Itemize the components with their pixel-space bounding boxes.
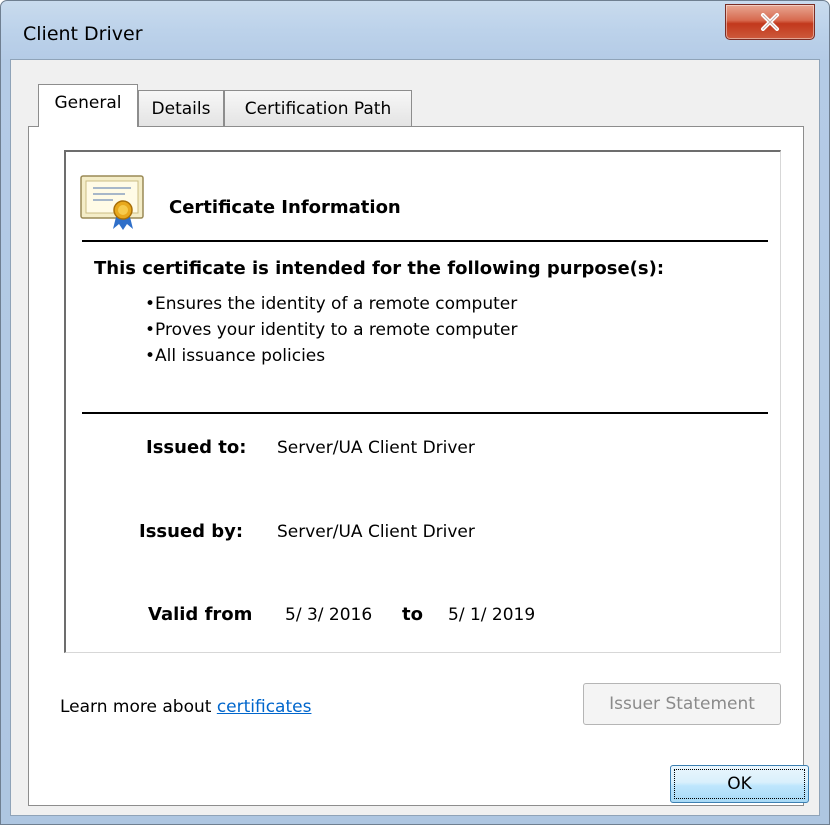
divider-top <box>82 240 768 242</box>
learn-more-prefix: Learn more about <box>60 697 217 717</box>
valid-to-value: 5/ 1/ 2019 <box>448 605 536 625</box>
certificate-info-box <box>64 150 781 653</box>
tab-details-label: Details <box>151 99 211 119</box>
issued-by-label: Issued by: <box>139 521 244 542</box>
tab-general[interactable]: General <box>38 84 138 127</box>
valid-from-label: Valid from <box>148 604 253 625</box>
purpose-item: •Ensures the identity of a remote comput… <box>145 294 518 314</box>
issuer-statement-button[interactable]: Issuer Statement <box>583 683 781 725</box>
title-bar[interactable]: Client Driver <box>1 1 829 59</box>
purpose-heading: This certificate is intended for the fol… <box>94 258 665 279</box>
certificate-information-title: Certificate Information <box>169 197 401 218</box>
purpose-item-text: Proves your identity to a remote compute… <box>155 320 518 340</box>
issued-to-label: Issued to: <box>146 437 247 458</box>
close-icon <box>761 13 779 31</box>
divider-bottom <box>82 412 768 414</box>
tab-details[interactable]: Details <box>138 90 224 127</box>
tab-certification-path-label: Certification Path <box>244 99 392 119</box>
certificate-icon <box>80 175 144 230</box>
ok-button[interactable]: OK <box>670 765 809 803</box>
window-title: Client Driver <box>23 23 143 45</box>
purpose-item: •Proves your identity to a remote comput… <box>145 320 518 340</box>
valid-from-value: 5/ 3/ 2016 <box>285 605 373 625</box>
learn-more-text: Learn more about certificates <box>60 697 311 717</box>
focus-rectangle <box>674 769 805 799</box>
valid-to-label: to <box>402 604 423 625</box>
tab-certification-path[interactable]: Certification Path <box>224 90 412 127</box>
purpose-item-text: Ensures the identity of a remote compute… <box>155 294 518 314</box>
close-button[interactable] <box>725 4 815 40</box>
issued-to-value: Server/UA Client Driver <box>277 438 475 458</box>
certificates-link[interactable]: certificates <box>217 697 312 717</box>
purpose-item-text: All issuance policies <box>155 346 326 366</box>
issued-by-value: Server/UA Client Driver <box>277 522 475 542</box>
purpose-item: •All issuance policies <box>145 346 326 366</box>
tab-general-label: General <box>54 93 122 113</box>
issuer-statement-label: Issuer Statement <box>609 694 755 714</box>
